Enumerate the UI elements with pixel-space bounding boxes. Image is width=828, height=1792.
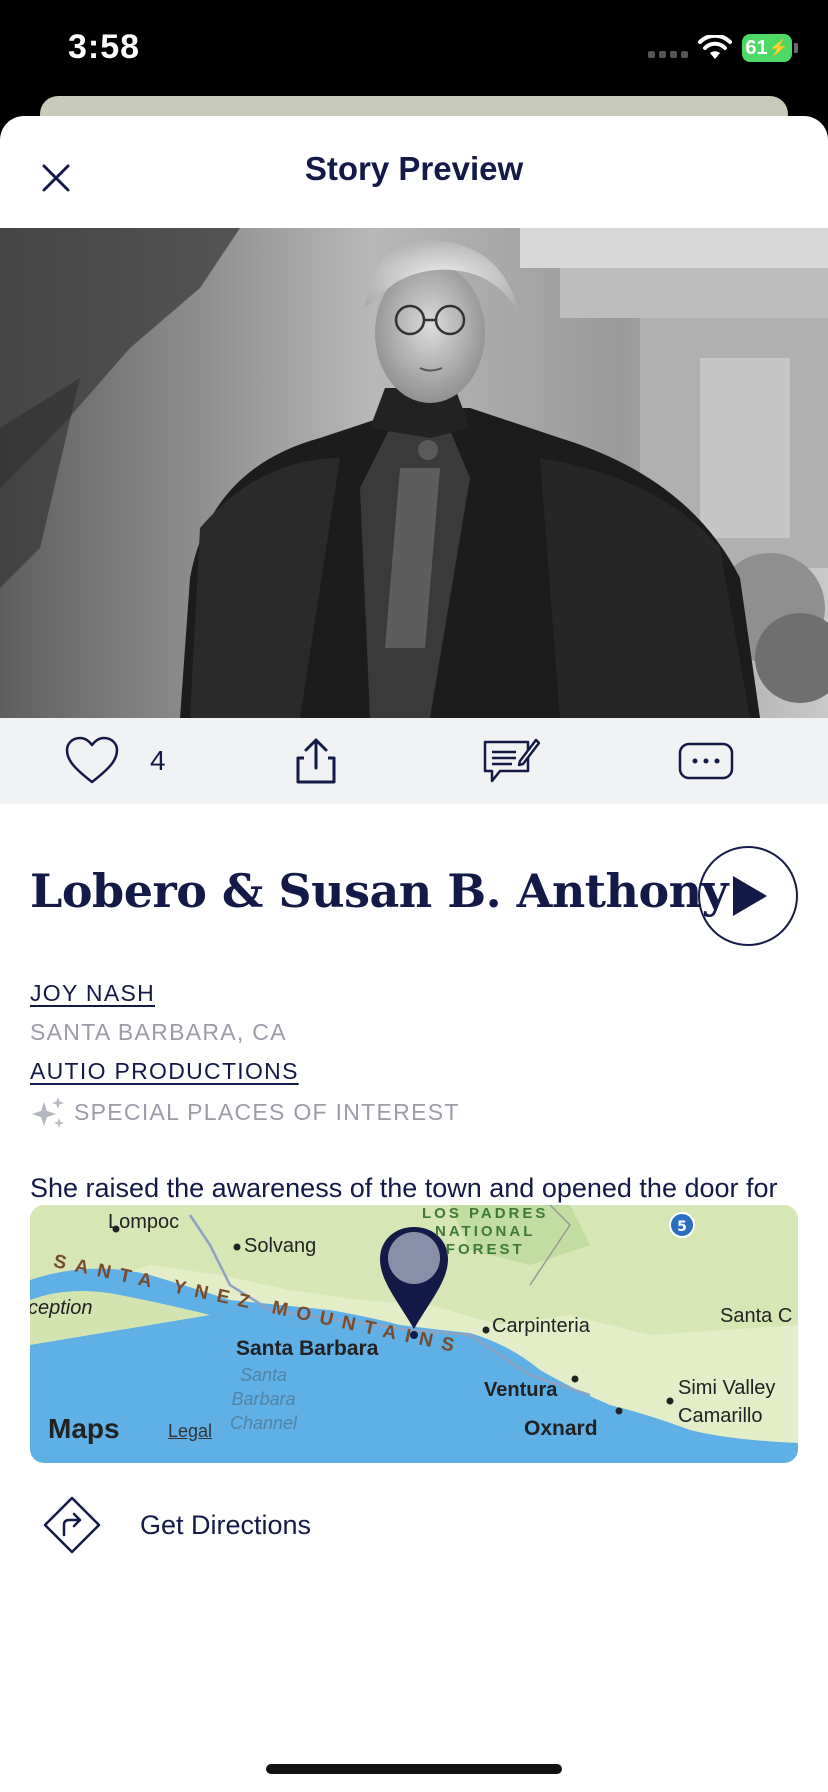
producer-link[interactable]: AUTIO PRODUCTIONS [30,1058,299,1084]
narrator-link[interactable]: JOY NASH [30,980,155,1006]
story-title: Lobero & Susan B. Anthony [30,864,728,918]
maps-legal-link[interactable]: Legal [168,1421,212,1442]
more-button[interactable] [678,736,734,786]
notes-button[interactable] [482,736,540,786]
battery-charging-icon: 61 ⚡ [742,34,798,62]
cellular-signal-icon [648,38,688,58]
map-place-simi-valley: Simi Valley [678,1377,776,1399]
location-map[interactable]: 5 Lompoc Solvang Santa Barbara Carpinter… [30,1205,798,1463]
status-bar: 3:58 61 ⚡ [0,0,828,100]
map-place-conception: ception [30,1297,93,1319]
apple-maps-logo: Maps [48,1413,120,1444]
directions-icon [43,1496,101,1554]
page-title: Story Preview [304,150,524,187]
story-header: Lobero & Susan B. Anthony [0,804,828,974]
like-count: 4 [150,745,166,776]
home-indicator [266,1764,562,1774]
heart-icon [65,736,119,784]
map-place-solvang: Solvang [244,1235,317,1257]
get-directions-label: Get Directions [140,1509,312,1540]
map-place-carpinteria: Carpinteria [492,1315,590,1337]
play-button[interactable] [698,846,798,946]
map-place-lompoc: Lompoc [108,1211,180,1233]
story-location: SANTA BARBARA, CA [30,1019,287,1045]
battery-level: 61 [745,36,768,59]
more-icon [678,742,734,780]
map-place-oxnard: Oxnard [524,1417,598,1440]
map-place-santa-c: Santa C [720,1305,793,1327]
wifi-icon [698,35,732,59]
story-meta: JOY NASH SANTA BARBARA, CA AUTIO PRODUCT… [0,974,828,1132]
share-icon [296,738,336,784]
get-directions-button[interactable]: Get Directions [42,1495,311,1555]
map-place-santa-barbara: Santa Barbara [236,1337,379,1360]
story-hero-image [0,228,828,718]
like-button[interactable]: 4 [64,736,166,786]
nav-bar: Story Preview [0,116,828,228]
highway-shield-label: 5 [677,1219,687,1235]
story-category: SPECIAL PLACES OF INTEREST [30,1093,828,1132]
category-label: SPECIAL PLACES OF INTEREST [74,1099,460,1125]
share-button[interactable] [294,736,338,786]
notes-icon [483,738,540,783]
map-water-label: Santa Barbara Channel [230,1365,298,1433]
map-forest-label: LOS PADRES NATIONAL FOREST [422,1205,549,1258]
map-place-camarillo: Camarillo [678,1405,763,1427]
play-icon [733,876,767,916]
sparkles-icon [32,1096,64,1128]
status-time: 3:58 [68,28,141,66]
map-place-ventura: Ventura [484,1379,558,1401]
status-icons: 61 ⚡ [648,34,798,62]
action-bar: 4 [0,718,828,804]
